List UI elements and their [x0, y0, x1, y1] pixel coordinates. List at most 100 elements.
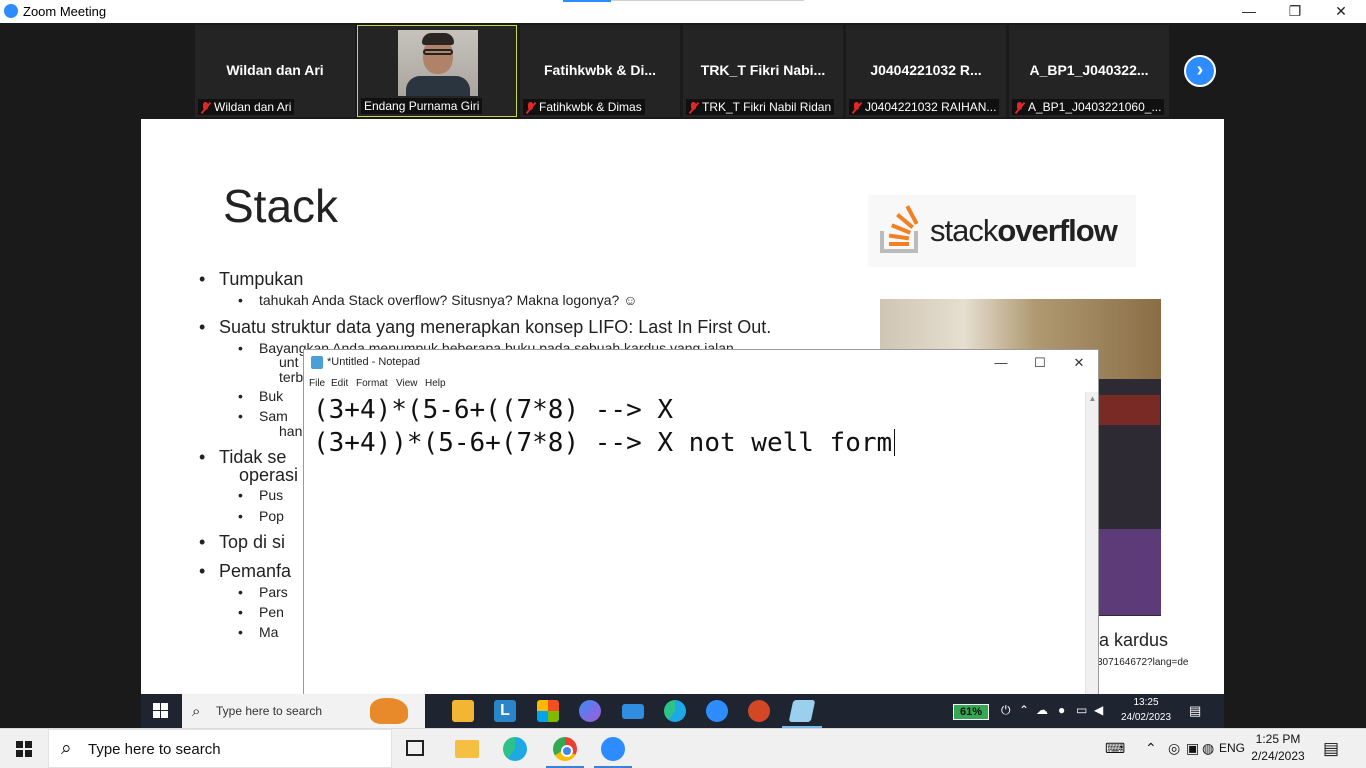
search-icon: ⌕ [192, 703, 201, 720]
edge-icon[interactable] [503, 737, 527, 761]
notepad-window[interactable]: *Untitled - Notepad — ☐ ✕ File Edit Form… [303, 349, 1099, 695]
participant-display-name: TRK_T Fikri Nabi... [700, 62, 826, 78]
window-title: Zoom Meeting [23, 4, 107, 19]
slide-text-fragment: operasi [239, 465, 299, 485]
stackoverflow-wordmark: stackoverflow [930, 213, 1118, 248]
menu-help[interactable]: Help [425, 378, 446, 389]
participant-display-name: A_BP1_J040322... [1029, 62, 1149, 78]
photo-caption: a kardus [1099, 630, 1169, 650]
menu-format[interactable]: Format [356, 378, 388, 389]
notepad-close-button[interactable]: ✕ [1060, 351, 1098, 374]
remote-search-placeholder: Type here to search [216, 704, 323, 718]
close-button[interactable]: ✕ [1318, 0, 1364, 23]
notepad-maximize-button[interactable]: ☐ [1021, 351, 1059, 374]
taskbar: ⌕ Type here to search ⌨ ⌃ ◎ ▣ ◍ ENG 1:25… [0, 728, 1366, 768]
keyboard-icon[interactable]: ⌨ [1105, 740, 1125, 757]
notepad-line: (3+4)*(5-6+((7*8) --> X [313, 395, 674, 425]
battery-indicator[interactable]: 61% [953, 704, 989, 720]
notification-center-icon[interactable]: ▤ [1323, 739, 1339, 759]
notepad-vertical-scrollbar[interactable]: ▲ [1085, 392, 1098, 695]
participant-tile-active-speaker[interactable]: Endang Purnama Giri [357, 25, 517, 117]
notepad-line-with-caret: (3+4))*(5-6+(7*8) --> X not well form [313, 427, 1083, 460]
participant-label: A_BP1_J0403221060_... [1012, 99, 1165, 115]
photo-book-purple [1090, 529, 1161, 615]
remote-search-box[interactable]: ⌕ Type here to search [182, 694, 425, 728]
slide-bullet: Tumpukan [199, 269, 303, 290]
next-page-arrow-icon[interactable]: › [1184, 55, 1216, 87]
mail-icon[interactable] [622, 704, 644, 719]
search-placeholder: Type here to search [88, 741, 221, 758]
loading-indicator [563, 0, 611, 2]
notepad-taskbar-icon[interactable] [788, 700, 816, 722]
chrome-icon-center [561, 745, 573, 757]
photo-book-spine [1098, 395, 1160, 425]
power-plug-icon: ⏻ [1001, 703, 1011, 717]
zoom-icon[interactable] [706, 700, 728, 722]
notepad-text-area[interactable]: (3+4)*(5-6+((7*8) --> X (3+4))*(5-6+(7*8… [313, 394, 1083, 460]
clock-time[interactable]: 1:25 PM [1248, 732, 1308, 746]
participant-display-name: Wildan dan Ari [226, 62, 324, 78]
menu-view[interactable]: View [396, 378, 418, 389]
remote-windows-start-icon[interactable] [153, 703, 168, 718]
participant-label: Endang Purnama Giri [361, 98, 483, 114]
participant-tile[interactable]: J0404221032 R... J0404221032 RAIHAN... [846, 25, 1006, 117]
zoom-logo-icon [4, 4, 18, 18]
chevron-up-icon[interactable]: ⌃ [1019, 703, 1029, 717]
participant-tile[interactable]: A_BP1_J040322... A_BP1_J0403221060_... [1009, 25, 1169, 117]
copilot-icon[interactable] [579, 700, 601, 722]
speaker-icon[interactable]: ◀ [1094, 703, 1103, 717]
notepad-icon [311, 356, 323, 369]
notepad-title: *Untitled - Notepad [327, 356, 420, 368]
mic-muted-icon [689, 101, 699, 114]
restore-button[interactable]: ❐ [1272, 0, 1318, 23]
lync-icon[interactable]: L [494, 700, 516, 722]
battery-icon: ▭ [1076, 703, 1088, 717]
slide-bullet: Suatu struktur data yang menerapkan kons… [199, 317, 771, 338]
participant-label: Wildan dan Ari [198, 99, 295, 115]
file-explorer-icon[interactable] [455, 740, 479, 758]
remote-taskbar: ⌕ Type here to search L 61% ⏻ ⌃ ☁ ● ▭ ◀ … [141, 694, 1224, 728]
zoom-icon[interactable] [601, 737, 625, 761]
powerpoint-icon[interactable] [748, 700, 770, 722]
notification-icon[interactable]: ▤ [1189, 703, 1201, 719]
microsoft-store-icon[interactable] [537, 700, 559, 722]
task-view-icon[interactable] [406, 740, 424, 756]
zoom-titlebar: Zoom Meeting — ❐ ✕ [0, 0, 1366, 23]
file-explorer-icon[interactable] [452, 700, 474, 722]
stackoverflow-logo-icon [880, 205, 919, 253]
search-highlight-bird-icon [370, 698, 408, 724]
participant-tile[interactable]: Wildan dan Ari Wildan dan Ari [195, 25, 355, 117]
slide-subbullet: Pen [238, 604, 284, 620]
notepad-minimize-button[interactable]: — [982, 351, 1020, 374]
participant-display-name: Fatihkwbk & Di... [543, 62, 656, 78]
participant-tile[interactable]: TRK_T Fikri Nabi... TRK_T Fikri Nabil Ri… [683, 25, 843, 117]
video-shirt [406, 76, 470, 96]
remote-clock-time: 13:25 [1133, 697, 1159, 708]
participant-tile[interactable]: Fatihkwbk & Di... Fatihkwbk & Dimas [520, 25, 680, 117]
participant-video [398, 30, 478, 96]
search-icon: ⌕ [61, 738, 72, 759]
network-icon[interactable]: ◍ [1202, 740, 1214, 757]
menu-file[interactable]: File [309, 378, 325, 389]
slide-title: Stack [223, 180, 339, 232]
slide-text-fragment: han [279, 423, 303, 439]
clock-date[interactable]: 2/24/2023 [1248, 749, 1308, 763]
slide-bullet: Pemanfa [199, 561, 291, 582]
participant-display-name: J0404221032 R... [870, 62, 982, 78]
edge-icon[interactable] [664, 700, 686, 722]
minimize-button[interactable]: — [1226, 0, 1272, 23]
language-indicator[interactable]: ENG [1219, 741, 1245, 755]
loading-track [611, 0, 804, 1]
windows-start-icon[interactable] [16, 741, 32, 757]
video-hair [422, 33, 454, 45]
slide-bullet: Tidak se [199, 448, 286, 466]
chevron-up-icon[interactable]: ⌃ [1145, 740, 1157, 757]
notepad-titlebar[interactable]: *Untitled - Notepad — ☐ ✕ [304, 350, 1098, 375]
search-box[interactable]: ⌕ Type here to search [48, 729, 392, 768]
cloud-icon: ☁ [1036, 703, 1048, 717]
slide-subbullet: Buk [238, 388, 283, 404]
mic-muted-icon [1015, 101, 1025, 114]
scroll-up-arrow-icon[interactable]: ▲ [1086, 394, 1099, 404]
menu-edit[interactable]: Edit [331, 378, 348, 389]
slide-subbullet: Pars [238, 584, 288, 600]
